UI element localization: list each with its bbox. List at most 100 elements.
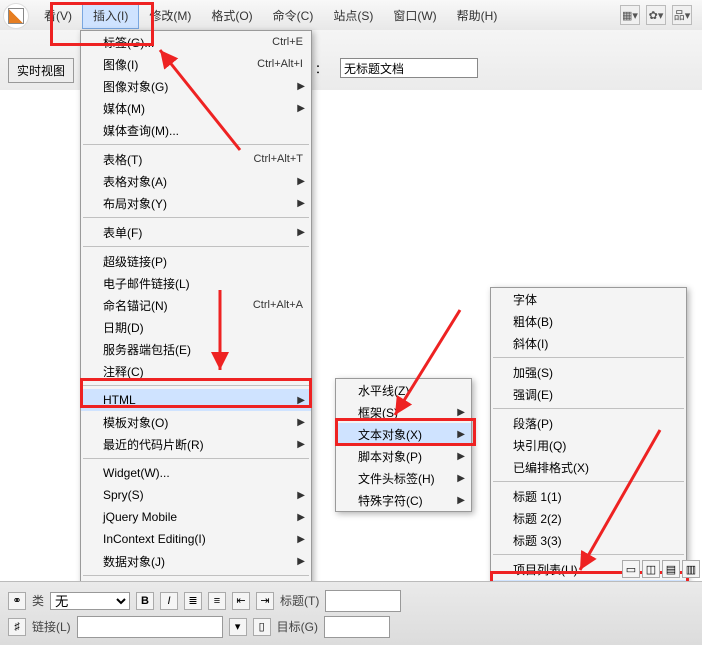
text-submenu-item[interactable]: 块引用(Q) [491,434,686,456]
insert-menu-item[interactable]: jQuery Mobile▶ [81,506,311,528]
live-view-button[interactable]: 实时视图 [8,58,74,83]
submenu-arrow-icon: ▶ [457,473,465,484]
sitemap-icon[interactable]: 品▾ [672,5,692,25]
insert-menu-item[interactable]: Spry(S)▶ [81,484,311,506]
outdent-icon[interactable]: ⇤ [232,592,250,610]
insert-menu-item[interactable]: 日期(D) [81,316,311,338]
html-submenu-item[interactable]: 框架(S)▶ [336,401,471,423]
insert-menu-item[interactable]: 布局对象(Y)▶ [81,192,311,214]
menu-insert[interactable]: 插入(I) [82,2,139,29]
text-submenu-item[interactable]: 段落(P) [491,412,686,434]
toolbar-icons: ▦▾ ✿▾ 品▾ [620,5,702,25]
menu-item-label: 斜体(I) [513,335,678,352]
class-label: 类 [32,592,44,609]
text-submenu-item[interactable]: 强调(E) [491,383,686,405]
css-icon[interactable]: ♯ [8,618,26,636]
menu-command[interactable]: 命令(C) [263,3,324,28]
menu-item-label: 电子邮件链接(L) [103,275,303,292]
insert-menu-item[interactable]: 电子邮件链接(L) [81,272,311,294]
panel-icon[interactable]: ▭ [622,560,640,578]
insert-menu-item[interactable]: Widget(W)... [81,462,311,484]
browse-icon[interactable]: ▾ [229,618,247,636]
class-select[interactable]: 无 [50,592,130,610]
menu-site[interactable]: 站点(S) [323,3,383,28]
chain-icon[interactable]: ⚭ [8,592,26,610]
text-submenu-item[interactable]: 加强(S) [491,361,686,383]
app-logo-icon [3,3,29,29]
insert-menu-item[interactable]: 注释(C) [81,360,311,382]
html-submenu-item[interactable]: 脚本对象(P)▶ [336,445,471,467]
menu-format[interactable]: 格式(O) [201,3,262,28]
insert-menu-item[interactable]: 命名锚记(N)Ctrl+Alt+A [81,294,311,316]
list-ol-icon[interactable]: ≡ [208,592,226,610]
html-submenu-item[interactable]: 文件头标签(H)▶ [336,467,471,489]
panel-icon[interactable]: ▤ [662,560,680,578]
properties-panel: ⚭ 类 无 B I ≣ ≡ ⇤ ⇥ 标题(T) ♯ 链接(L) ▾ ▯ 目标(G… [0,581,702,645]
text-submenu-item[interactable]: 标题 1(1) [491,485,686,507]
panel-icon[interactable]: ▥ [682,560,700,578]
insert-menu-item[interactable]: 图像对象(G)▶ [81,75,311,97]
menu-item-label: 布局对象(Y) [103,195,303,212]
settings-icon[interactable]: ✿▾ [646,5,666,25]
insert-menu-item[interactable]: HTML▶ [81,389,311,411]
submenu-arrow-icon: ▶ [297,198,305,209]
link-input[interactable] [77,616,223,638]
italic-button[interactable]: I [160,592,178,610]
menu-help[interactable]: 帮助(H) [447,3,508,28]
menu-item-label: Spry(S) [103,488,303,502]
menu-item-label: 粗体(B) [513,313,678,330]
menu-item-label: 注释(C) [103,363,303,380]
link-label: 链接(L) [32,618,71,635]
insert-menu-item[interactable]: 服务器端包括(E) [81,338,311,360]
menu-item-label: 媒体(M) [103,100,303,117]
layout-icon[interactable]: ▦▾ [620,5,640,25]
insert-menu-item[interactable]: 媒体(M)▶ [81,97,311,119]
target-input[interactable] [324,616,390,638]
menu-item-label: 图像对象(G) [103,78,303,95]
menu-item-label: 标题 1(1) [513,488,678,505]
title-prop-input[interactable] [325,590,401,612]
insert-menu-item[interactable]: 最近的代码片断(R)▶ [81,433,311,455]
text-submenu-item[interactable]: 已编排格式(X) [491,456,686,478]
menu-shortcut: Ctrl+Alt+T [253,153,303,165]
menu-item-label: 文件头标签(H) [358,470,463,487]
html-submenu-item[interactable]: 特殊字符(C)▶ [336,489,471,511]
insert-menu-item[interactable]: 表格对象(A)▶ [81,170,311,192]
menu-view[interactable]: 看(V) [34,3,82,28]
list-ul-icon[interactable]: ≣ [184,592,202,610]
target-label: 目标(G) [277,618,318,635]
insert-menu-item[interactable]: 表单(F)▶ [81,221,311,243]
menu-item-label: 媒体查询(M)... [103,122,303,139]
menu-item-label: 框架(S) [358,404,463,421]
menu-item-label: 日期(D) [103,319,303,336]
menu-window[interactable]: 窗口(W) [383,3,446,28]
submenu-arrow-icon: ▶ [297,395,305,406]
text-submenu-item[interactable]: 粗体(B) [491,310,686,332]
insert-menu-item[interactable]: 表格(T)Ctrl+Alt+T [81,148,311,170]
submenu-arrow-icon: ▶ [297,512,305,523]
folder-icon[interactable]: ▯ [253,618,271,636]
submenu-arrow-icon: ▶ [297,556,305,567]
insert-menu-item[interactable]: 图像(I)Ctrl+Alt+I [81,53,311,75]
submenu-arrow-icon: ▶ [297,490,305,501]
text-submenu-item[interactable]: 标题 2(2) [491,507,686,529]
submenu-arrow-icon: ▶ [457,451,465,462]
menu-item-label: 超级链接(P) [103,253,303,270]
text-submenu-item[interactable]: 字体 [491,288,686,310]
insert-menu-item[interactable]: 超级链接(P) [81,250,311,272]
menu-item-label: 标签(G)... [103,34,272,51]
html-submenu-item[interactable]: 水平线(Z) [336,379,471,401]
document-title-input[interactable] [340,58,478,78]
insert-menu-item[interactable]: 标签(G)...Ctrl+E [81,31,311,53]
text-submenu-item[interactable]: 斜体(I) [491,332,686,354]
bold-button[interactable]: B [136,592,154,610]
insert-menu-item[interactable]: 数据对象(J)▶ [81,550,311,572]
indent-icon[interactable]: ⇥ [256,592,274,610]
html-submenu-item[interactable]: 文本对象(X)▶ [336,423,471,445]
insert-menu-item[interactable]: 媒体查询(M)... [81,119,311,141]
menu-modify[interactable]: 修改(M) [139,3,201,28]
text-submenu-item[interactable]: 标题 3(3) [491,529,686,551]
insert-menu-item[interactable]: 模板对象(O)▶ [81,411,311,433]
panel-icon[interactable]: ◫ [642,560,660,578]
insert-menu-item[interactable]: InContext Editing(I)▶ [81,528,311,550]
